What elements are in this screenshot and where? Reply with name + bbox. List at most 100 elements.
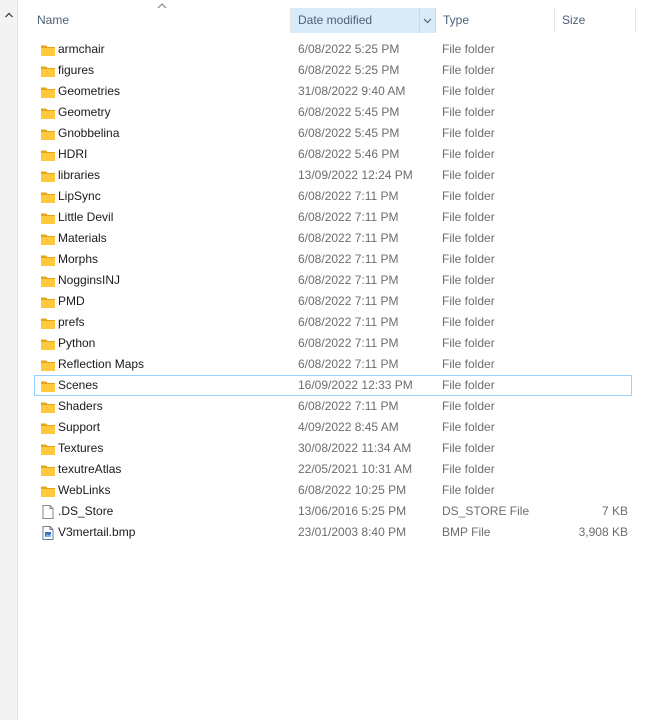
table-row[interactable]: Shaders 6/08/2022 7:11 PM File folder: [34, 396, 632, 417]
file-type: File folder: [442, 84, 495, 98]
file-size: [555, 124, 628, 143]
file-type: File folder: [442, 378, 495, 392]
file-type: File folder: [442, 168, 495, 182]
file-size: [555, 208, 628, 227]
file-name: armchair: [58, 42, 105, 56]
file-size: [555, 229, 628, 248]
file-date-modified: 4/09/2022 8:45 AM: [298, 420, 399, 434]
navigation-pane: [0, 0, 18, 720]
file-size: [555, 103, 628, 122]
folder-icon: [40, 313, 56, 332]
file-name: NogginsINJ: [58, 273, 121, 287]
file-date-modified: 22/05/2021 10:31 AM: [298, 462, 413, 476]
file-date-modified: 6/08/2022 7:11 PM: [298, 273, 399, 287]
table-row[interactable]: Materials 6/08/2022 7:11 PM File folder: [34, 228, 632, 249]
file-size: [555, 82, 628, 101]
table-row[interactable]: Python 6/08/2022 7:11 PM File folder: [34, 333, 632, 354]
file-name: Scenes: [58, 378, 99, 392]
file-type: File folder: [442, 42, 495, 56]
column-header-date-modified[interactable]: Date modified: [291, 8, 436, 33]
file-type: File folder: [442, 483, 495, 497]
file-size: [555, 292, 628, 311]
file-type: File folder: [442, 210, 495, 224]
chevron-down-icon: [423, 18, 432, 23]
file-date-modified: 6/08/2022 5:45 PM: [298, 105, 400, 119]
file-size: [555, 397, 628, 416]
table-row[interactable]: prefs 6/08/2022 7:11 PM File folder: [34, 312, 632, 333]
file-size: [555, 166, 628, 185]
folder-icon: [40, 439, 56, 458]
table-row[interactable]: Support 4/09/2022 8:45 AM File folder: [34, 417, 632, 438]
table-row[interactable]: Gnobbelina 6/08/2022 5:45 PM File folder: [34, 123, 632, 144]
file-date-modified: 6/08/2022 7:11 PM: [298, 210, 399, 224]
table-row[interactable]: NogginsINJ 6/08/2022 7:11 PM File folder: [34, 270, 632, 291]
file-type: DS_STORE File: [442, 504, 530, 518]
file-type: BMP File: [442, 525, 491, 539]
folder-icon: [40, 418, 56, 437]
folder-icon: [40, 355, 56, 374]
file-date-modified: 6/08/2022 5:25 PM: [298, 42, 400, 56]
file-date-modified: 16/09/2022 12:33 PM: [298, 378, 413, 392]
column-header-type[interactable]: Type: [436, 8, 555, 33]
file-name: Materials: [58, 231, 107, 245]
table-row[interactable]: texutreAtlas 22/05/2021 10:31 AM File fold…: [34, 459, 632, 480]
table-row[interactable]: Geometries 31/08/2022 9:40 AM File folder: [34, 81, 632, 102]
table-row[interactable]: armchair 6/08/2022 5:25 PM File folder: [34, 39, 632, 60]
table-row[interactable]: Reflection Maps 6/08/2022 7:11 PM File fol…: [34, 354, 632, 375]
file-type: File folder: [442, 462, 495, 476]
folder-icon: [40, 40, 56, 59]
file-date-modified: 6/08/2022 7:11 PM: [298, 315, 399, 329]
table-row[interactable]: Textures 30/08/2022 11:34 AM File folder: [34, 438, 632, 459]
table-row[interactable]: LipSync 6/08/2022 7:11 PM File folder: [34, 186, 632, 207]
file-date-modified: 23/01/2003 8:40 PM: [298, 525, 407, 539]
file-size: [555, 460, 628, 479]
table-row[interactable]: Little Devil 6/08/2022 7:11 PM File folder: [34, 207, 632, 228]
folder-icon: [40, 397, 56, 416]
column-filter-dropdown[interactable]: [419, 8, 435, 33]
file-date-modified: 6/08/2022 5:45 PM: [298, 126, 400, 140]
file-name: Geometry: [58, 105, 111, 119]
file-type: File folder: [442, 252, 495, 266]
table-row[interactable]: Scenes 16/09/2022 12:33 PM File folder: [34, 375, 632, 396]
file-type: File folder: [442, 336, 495, 350]
file-size: [555, 418, 628, 437]
folder-icon: [40, 229, 56, 248]
column-header-size-label: Size: [562, 13, 586, 27]
folder-icon: [40, 250, 56, 269]
file-name: figures: [58, 63, 95, 77]
file-type: File folder: [442, 105, 495, 119]
column-header-name[interactable]: Name: [30, 3, 291, 33]
file-name: Morphs: [58, 252, 99, 266]
folder-icon: [40, 166, 56, 185]
file-size: 3,908 KB: [578, 525, 628, 539]
column-header-size[interactable]: Size: [555, 8, 636, 33]
file-name: Textures: [58, 441, 104, 455]
file-list: armchair 6/08/2022 5:25 PM File folder figu…: [34, 39, 632, 543]
table-row[interactable]: Geometry 6/08/2022 5:45 PM File folder: [34, 102, 632, 123]
table-row[interactable]: PMD 6/08/2022 7:11 PM File folder: [34, 291, 632, 312]
folder-icon: [40, 124, 56, 143]
file-name: Little Devil: [58, 210, 114, 224]
sort-arrow-icon: [157, 3, 167, 9]
file-date-modified: 6/08/2022 7:11 PM: [298, 231, 399, 245]
file-type: File folder: [442, 399, 495, 413]
file-name: V3mertail.bmp: [58, 525, 136, 539]
file-size: [555, 187, 628, 206]
file-name: Support: [58, 420, 101, 434]
file-date-modified: 6/08/2022 5:46 PM: [298, 147, 400, 161]
table-row[interactable]: HDRI 6/08/2022 5:46 PM File folder: [34, 144, 632, 165]
folder-icon: [40, 61, 56, 80]
column-header-name-label: Name: [37, 13, 70, 27]
table-row[interactable]: V3mertail.bmp 23/01/2003 8:40 PM BMP File 3…: [34, 522, 632, 543]
file-date-modified: 6/08/2022 5:25 PM: [298, 63, 400, 77]
file-date-modified: 13/06/2016 5:25 PM: [298, 504, 407, 518]
file-date-modified: 31/08/2022 9:40 AM: [298, 84, 406, 98]
file-size: [555, 271, 628, 290]
table-row[interactable]: figures 6/08/2022 5:25 PM File folder: [34, 60, 632, 81]
table-row[interactable]: WebLinks 6/08/2022 10:25 PM File folder: [34, 480, 632, 501]
table-row[interactable]: Morphs 6/08/2022 7:11 PM File folder: [34, 249, 632, 270]
file-size: 7 KB: [601, 504, 628, 518]
navigation-collapse-button[interactable]: [0, 8, 17, 22]
table-row[interactable]: .DS_Store 13/06/2016 5:25 PM DS_STORE File…: [34, 501, 632, 522]
table-row[interactable]: libraries 13/09/2022 12:24 PM File folder: [34, 165, 632, 186]
